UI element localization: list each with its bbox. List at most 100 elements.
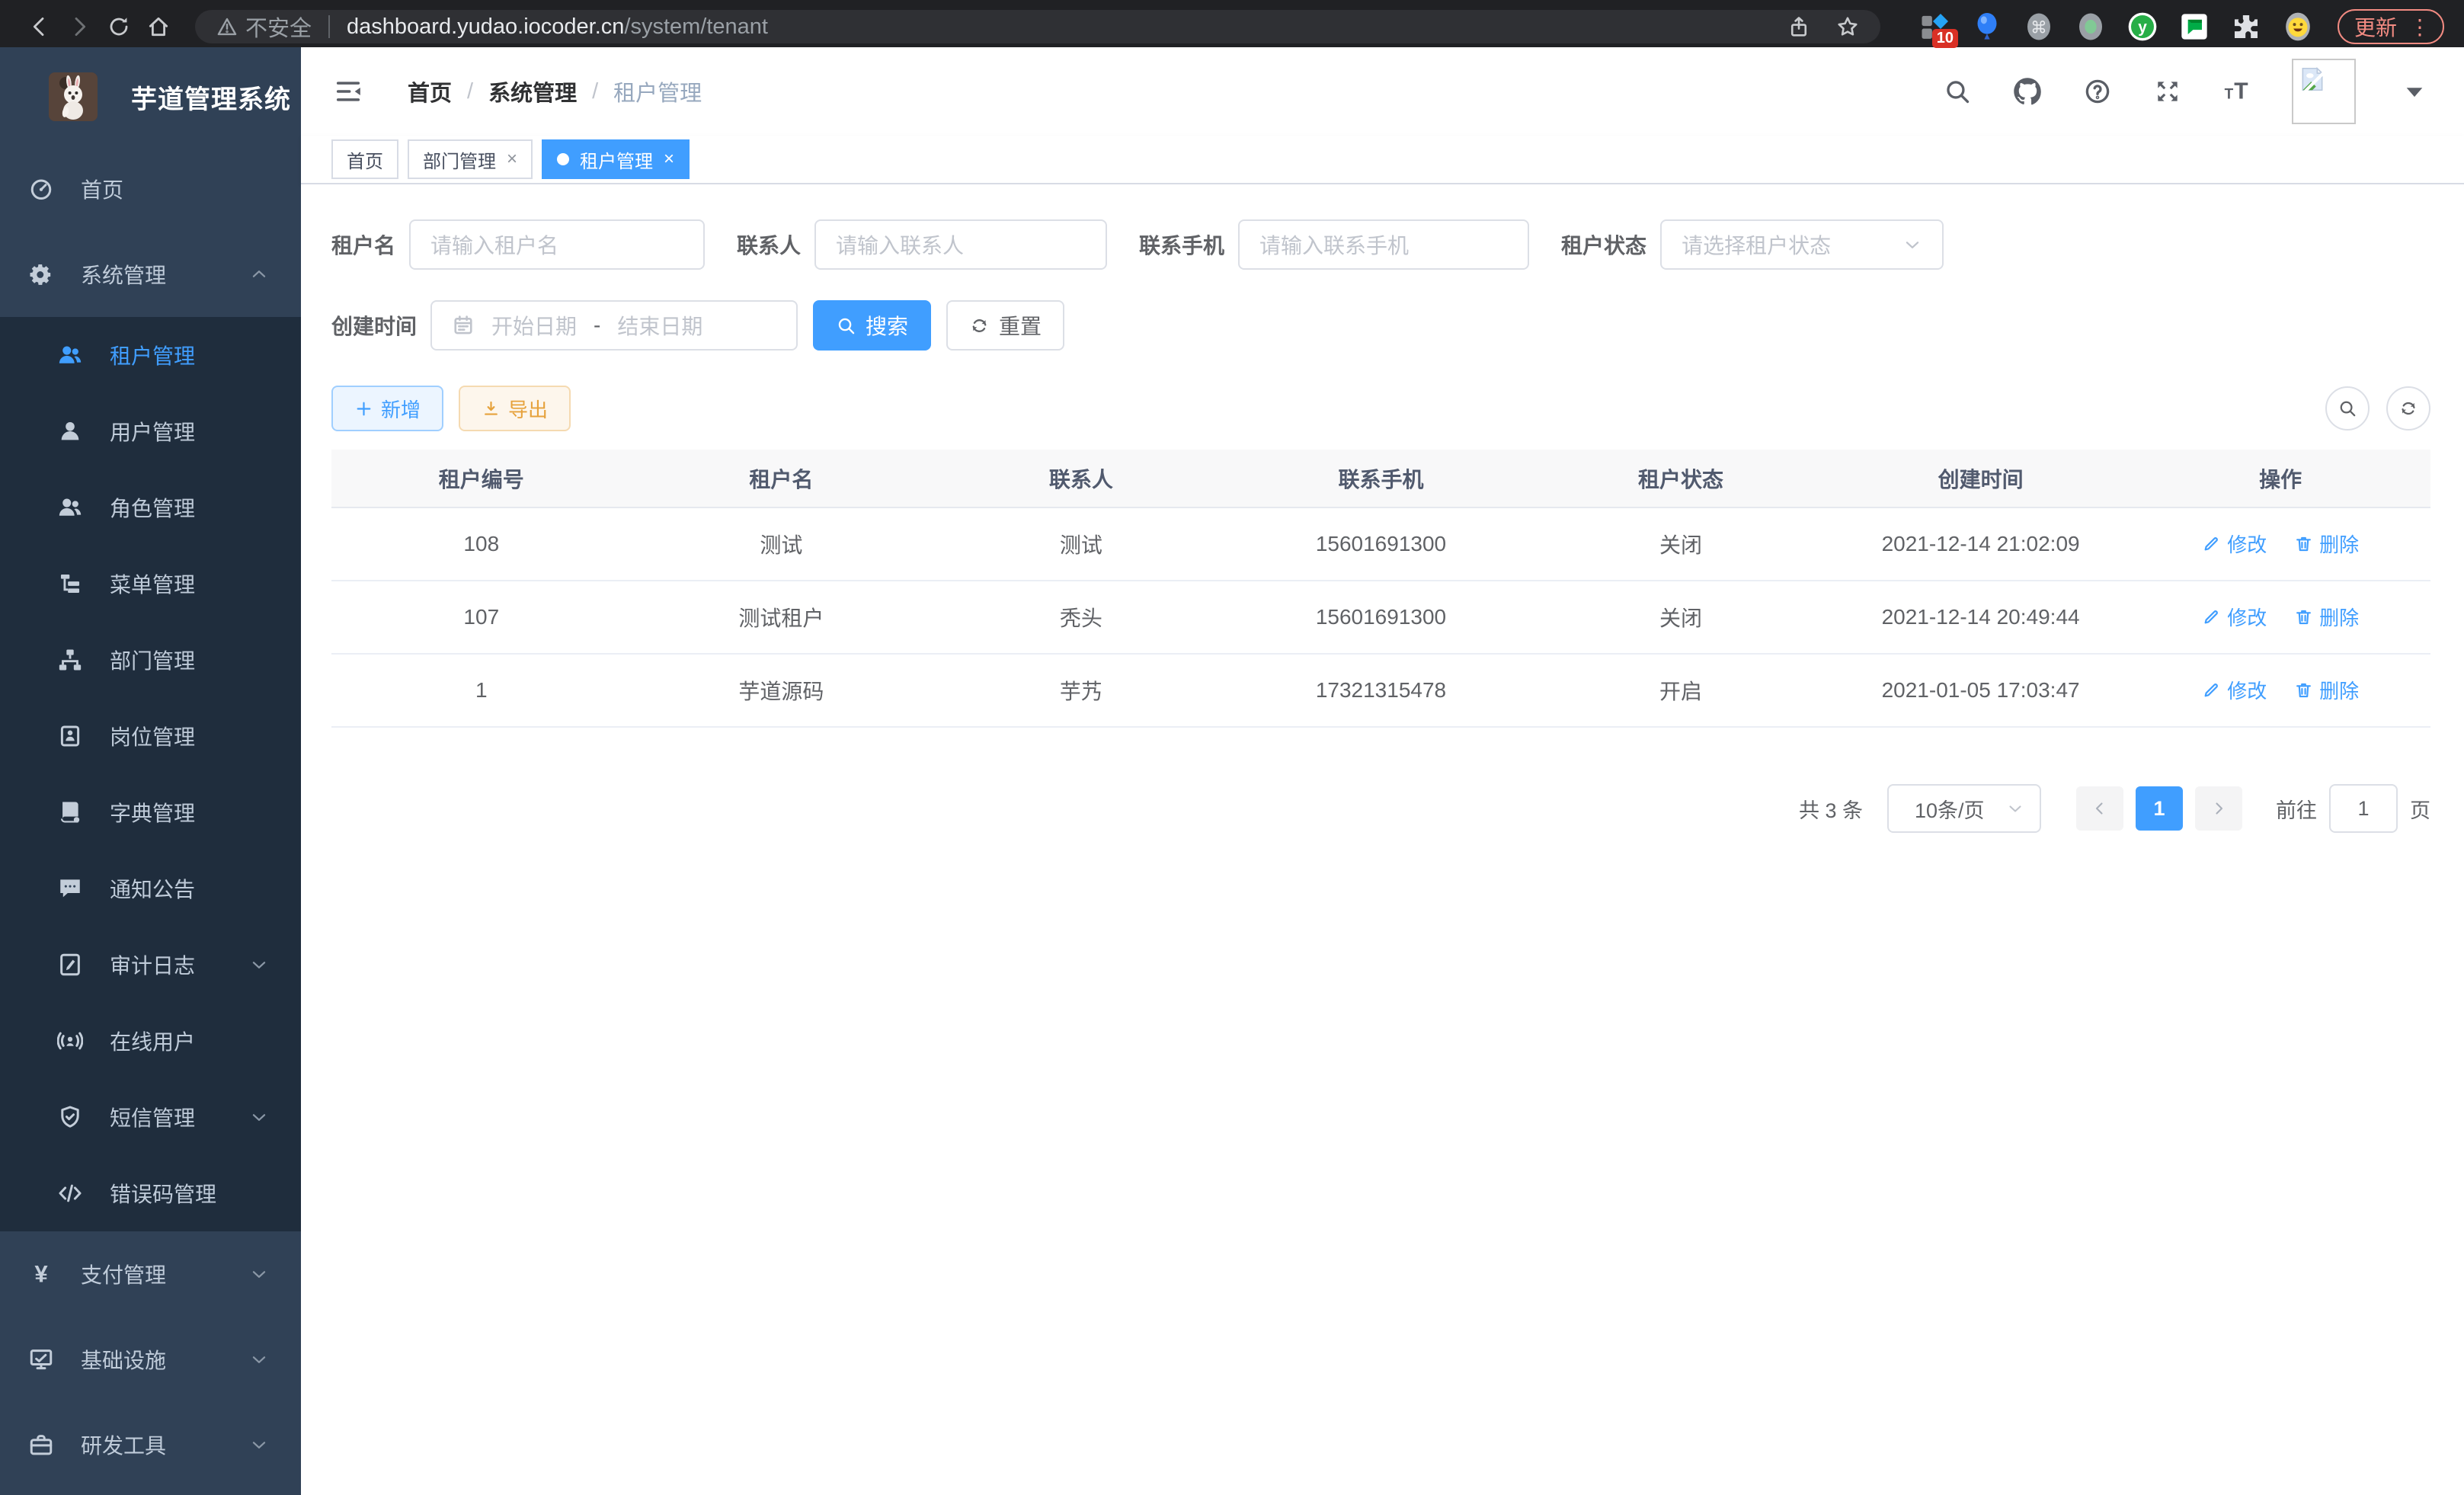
home-icon[interactable] [139, 7, 178, 46]
sidebar-item-label: 基础设施 [81, 1344, 166, 1375]
delete-link[interactable]: 删除 [2294, 676, 2359, 704]
download-icon [482, 399, 501, 418]
extensions-puzzle-icon[interactable] [2229, 10, 2263, 43]
export-button[interactable]: 导出 [459, 386, 571, 431]
sidebar-item-home[interactable]: 首页 [0, 146, 301, 232]
extension-blue-diamond-icon[interactable]: 10 [1918, 10, 1952, 43]
tab-home[interactable]: 首页 [331, 139, 398, 179]
url-bar[interactable]: 不安全 dashboard.yudao.iocoder.cn /system/t… [195, 10, 1880, 43]
browser-update-button[interactable]: 更新 ⋮ [2338, 9, 2444, 44]
sidebar-item-system[interactable]: 系统管理 [0, 232, 301, 317]
refresh-table-button[interactable] [2386, 386, 2430, 431]
plus-icon [354, 399, 373, 418]
edit-link[interactable]: 修改 [2202, 603, 2267, 631]
gear-icon [27, 261, 55, 287]
sidebar-item-error-code[interactable]: 错误码管理 [0, 1155, 301, 1231]
add-button[interactable]: 新增 [331, 386, 443, 431]
goto-page-input[interactable] [2329, 784, 2398, 833]
extension-command-icon[interactable]: ⌘ [2022, 10, 2056, 43]
reset-button[interactable]: 重置 [946, 300, 1064, 351]
calendar-icon [452, 314, 475, 337]
next-page-button[interactable] [2195, 786, 2242, 831]
reload-icon[interactable] [99, 7, 139, 46]
table-row: 108 测试 测试 15601691300 关闭 2021-12-14 21:0… [331, 507, 2430, 581]
prev-page-button[interactable] [2076, 786, 2123, 831]
site-security-indicator[interactable]: 不安全 [216, 11, 312, 43]
delete-icon [2294, 534, 2313, 553]
chevron-down-icon [249, 1349, 269, 1369]
help-icon[interactable] [2082, 75, 2114, 107]
sidebar-logo[interactable]: 芋道管理系统 [0, 47, 301, 146]
sidebar-item-label: 研发工具 [81, 1429, 166, 1460]
pagination-total: 共 3 条 [1799, 794, 1863, 824]
cell-contact: 秃头 [931, 581, 1231, 654]
fullscreen-icon[interactable] [2152, 75, 2184, 107]
font-size-icon[interactable]: TT [2222, 75, 2254, 107]
tab-tenant[interactable]: 租户管理 × [542, 139, 690, 179]
edit-link[interactable]: 修改 [2202, 676, 2267, 704]
sidebar-item-tenant[interactable]: 租户管理 [0, 317, 301, 393]
sidebar-item-infra[interactable]: 基础设施 [0, 1317, 301, 1402]
sidebar-item-dev-tool[interactable]: 研发工具 [0, 1402, 301, 1487]
omnibox-divider [328, 15, 330, 38]
cell-tenant-name: 测试租户 [632, 581, 932, 654]
delete-link[interactable]: 删除 [2294, 603, 2359, 631]
cell-tenant-id: 108 [331, 507, 632, 581]
contact-input[interactable]: 请输入联系人 [814, 219, 1107, 270]
cell-tenant-id: 107 [331, 581, 632, 654]
sidebar-item-audit-log[interactable]: 审计日志 [0, 927, 301, 1003]
search-button[interactable]: 搜索 [813, 300, 931, 351]
share-icon[interactable] [1787, 15, 1810, 38]
edit-link[interactable]: 修改 [2202, 530, 2267, 558]
sidebar-item-menu[interactable]: 菜单管理 [0, 546, 301, 622]
sidebar-item-dict[interactable]: 字典管理 [0, 774, 301, 850]
cell-actions: 修改 删除 [2130, 654, 2430, 727]
browser-menu-icon[interactable]: ⋮ [2409, 14, 2430, 40]
extension-balloon-icon[interactable] [1970, 10, 2004, 43]
delete-icon [2294, 680, 2313, 699]
page-size-select[interactable]: 10条/页 [1887, 784, 2041, 833]
sidebar-item-post[interactable]: 岗位管理 [0, 698, 301, 774]
forward-icon[interactable] [59, 7, 99, 46]
sidebar-item-sms[interactable]: 短信管理 [0, 1079, 301, 1155]
tenant-name-input[interactable]: 请输入租户名 [409, 219, 705, 270]
extension-record-icon[interactable] [2074, 10, 2107, 43]
breadcrumb-item[interactable]: 系统管理 [488, 75, 577, 107]
breadcrumb-item[interactable]: 首页 [408, 75, 452, 107]
hamburger-icon[interactable] [331, 75, 365, 108]
toggle-search-button[interactable] [2325, 386, 2370, 431]
tab-label: 部门管理 [423, 146, 496, 173]
date-end-placeholder: 结束日期 [617, 310, 702, 341]
sidebar-item-label: 在线用户 [110, 1026, 195, 1056]
star-icon[interactable] [1836, 15, 1859, 38]
table-row: 107 测试租户 秃头 15601691300 关闭 2021-12-14 20… [331, 581, 2430, 654]
page-number-button[interactable]: 1 [2136, 786, 2183, 831]
close-tab-icon[interactable]: × [664, 149, 674, 170]
sidebar-item-user[interactable]: 用户管理 [0, 393, 301, 469]
sidebar-item-notice[interactable]: 通知公告 [0, 850, 301, 927]
tab-dept[interactable]: 部门管理 × [408, 139, 533, 179]
caret-down-icon[interactable] [2398, 75, 2430, 107]
svg-text:¥: ¥ [34, 1261, 48, 1287]
warning-icon [216, 16, 238, 37]
close-tab-icon[interactable]: × [507, 149, 517, 170]
browser-chrome: 不安全 dashboard.yudao.iocoder.cn /system/t… [0, 0, 2464, 47]
sidebar-item-role[interactable]: 角色管理 [0, 469, 301, 546]
sidebar-menu: 首页 系统管理 租户管理 用户管理 角色管理 菜单管理 部门管理 岗位管理 [0, 146, 301, 1487]
delete-link[interactable]: 删除 [2294, 530, 2359, 558]
breadcrumb: 首页/系统管理/租户管理 [408, 75, 702, 107]
profile-avatar-icon[interactable] [2281, 10, 2315, 43]
mobile-input[interactable]: 请输入联系手机 [1238, 219, 1529, 270]
sidebar-item-pay[interactable]: ¥ 支付管理 [0, 1231, 301, 1317]
extension-chat-icon[interactable] [2178, 10, 2211, 43]
github-icon[interactable] [2011, 75, 2043, 107]
user-avatar[interactable] [2292, 59, 2356, 124]
status-select[interactable]: 请选择租户状态 [1660, 219, 1944, 270]
sidebar-item-online-user[interactable]: 在线用户 [0, 1003, 301, 1079]
extension-y-icon[interactable]: y [2126, 10, 2159, 43]
back-icon[interactable] [20, 7, 59, 46]
search-icon[interactable] [1941, 75, 1973, 107]
sidebar-item-dept[interactable]: 部门管理 [0, 622, 301, 698]
create-time-range-input[interactable]: 开始日期 - 结束日期 [430, 300, 798, 351]
user-icon [56, 418, 84, 444]
